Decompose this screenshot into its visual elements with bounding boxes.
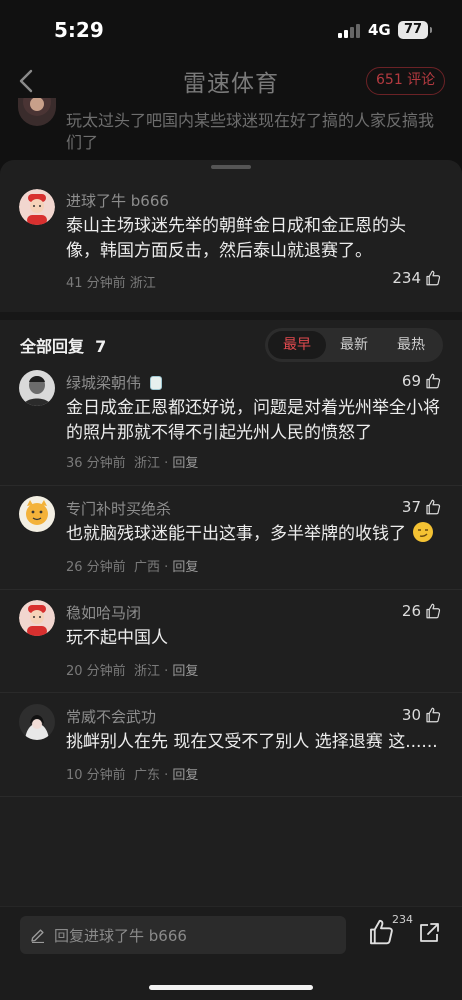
replies-count: 7: [95, 337, 107, 356]
reply-item: 绿城梁朝伟 金日成金正恩都还好说，问题是对着光州举全小将的照片那就不得不引起光州…: [0, 370, 462, 476]
reply-username[interactable]: 稳如哈马闭: [66, 602, 141, 623]
reply-divider: [0, 692, 462, 693]
bottom-action-bar: 回复进球了牛 b666 234: [0, 906, 462, 1000]
like-button[interactable]: 26: [402, 602, 442, 620]
battery-icon: 77: [398, 21, 432, 39]
reply-divider: [0, 796, 462, 797]
home-indicator[interactable]: [149, 985, 313, 990]
reply-meta: 20 分钟前 浙江 · 回复: [66, 664, 199, 679]
sheet-grabber[interactable]: [211, 165, 251, 169]
reply-text: 也就脑残球迷能干出这事，多半举牌的收钱了: [66, 522, 446, 547]
avatar[interactable]: [19, 496, 55, 532]
network-label: 4G: [368, 21, 391, 39]
avatar[interactable]: [19, 704, 55, 740]
nav-header: 雷速体育 651 评论: [0, 58, 462, 104]
reply-item: 专门补时买绝杀 也就脑残球迷能干出这事，多半举牌的收钱了 26 分钟前 广西 ·…: [0, 496, 462, 588]
comment-count-button[interactable]: 651 评论: [366, 67, 446, 95]
like-button[interactable]: 234: [392, 269, 442, 287]
smirk-emoji-icon: [413, 522, 434, 542]
badge-icon: [149, 376, 162, 390]
like-button[interactable]: 69: [402, 372, 442, 390]
comment-meta: 41 分钟前 浙江: [66, 276, 156, 291]
section-divider: [0, 312, 462, 320]
all-replies-label: 全部回复 7: [20, 337, 107, 356]
like-count: 30: [401, 706, 421, 724]
reply-item: 常威不会武功 挑衅别人在先 现在又受不了别人 选择退赛 这...... 10 分…: [0, 704, 462, 796]
reply-action[interactable]: 回复: [172, 456, 198, 471]
share-icon: [420, 923, 439, 942]
avatar: [18, 98, 56, 126]
like-button[interactable]: 37: [402, 498, 442, 516]
thumbs-up-icon: [426, 603, 441, 619]
reply-item: 稳如哈马闭 玩不起中国人 20 分钟前 浙江 · 回复 26: [0, 600, 462, 692]
thumbs-up-icon: [426, 499, 441, 515]
avatar[interactable]: [19, 600, 55, 636]
status-bar: 5:29 4G 77: [0, 0, 462, 58]
reply-meta: 10 分钟前 广东 · 回复: [66, 768, 199, 783]
reply-meta: 26 分钟前 广西 · 回复: [66, 560, 199, 575]
reply-action[interactable]: 回复: [172, 768, 198, 783]
reply-username[interactable]: 绿城梁朝伟: [66, 372, 162, 393]
reply-text: 金日成金正恩都还好说，问题是对着光州举全小将的照片那就不得不引起光州人民的愤怒了: [66, 398, 440, 443]
replies-sheet: 进球了牛 b666 泰山主场球迷先举的朝鲜金日成和金正恩的头像，韩国方面反击，然…: [0, 160, 462, 1000]
main-comment: 进球了牛 b666 泰山主场球迷先举的朝鲜金日成和金正恩的头像，韩国方面反击，然…: [0, 174, 462, 304]
thumbs-up-icon: [426, 373, 441, 389]
reply-meta: 36 分钟前 浙江 · 回复: [66, 456, 199, 471]
sort-segmented-control: 最早 最新 最热: [265, 328, 443, 362]
reply-divider: [0, 589, 462, 590]
like-count: 37: [401, 498, 421, 516]
signal-icon: [338, 24, 362, 38]
like-count: 69: [401, 372, 421, 390]
reply-text: 挑衅别人在先 现在又受不了别人 选择退赛 这......: [66, 732, 438, 752]
thumbs-up-icon: [426, 270, 441, 286]
background-comment: 玩太过头了吧国内某些球迷现在好了搞的人家反搞我们了: [0, 98, 462, 160]
share-button[interactable]: [417, 921, 441, 945]
thumbs-up-icon: [426, 707, 441, 723]
reply-action[interactable]: 回复: [172, 560, 198, 575]
reply-input-placeholder: 回复进球了牛 b666: [54, 927, 187, 945]
reply-username[interactable]: 专门补时买绝杀: [66, 498, 171, 519]
avatar[interactable]: [19, 189, 55, 225]
tab-earliest[interactable]: 最早: [268, 331, 326, 359]
comment-text: 泰山主场球迷先举的朝鲜金日成和金正恩的头像，韩国方面反击，然后泰山就退赛了。: [66, 216, 406, 261]
reply-username[interactable]: 常威不会武功: [66, 706, 156, 727]
pencil-icon: [31, 929, 44, 943]
tab-newest[interactable]: 最新: [325, 331, 383, 359]
replies-header: 全部回复 7 最早 最新 最热: [0, 320, 462, 370]
like-count: 234: [392, 269, 421, 287]
like-button[interactable]: 30: [402, 706, 442, 724]
like-count-badge: 234: [392, 913, 413, 926]
reply-action[interactable]: 回复: [172, 664, 198, 679]
background-comment-text: 玩太过头了吧国内某些球迷现在好了搞的人家反搞我们了: [66, 111, 435, 152]
like-count: 26: [401, 602, 421, 620]
reply-input[interactable]: 回复进球了牛 b666: [20, 916, 346, 954]
reply-text: 玩不起中国人: [66, 628, 168, 648]
reply-divider: [0, 485, 462, 486]
status-time: 5:29: [54, 18, 104, 42]
comment-username[interactable]: 进球了牛 b666: [66, 190, 169, 211]
tab-hottest[interactable]: 最热: [382, 331, 440, 359]
avatar[interactable]: [19, 370, 55, 406]
